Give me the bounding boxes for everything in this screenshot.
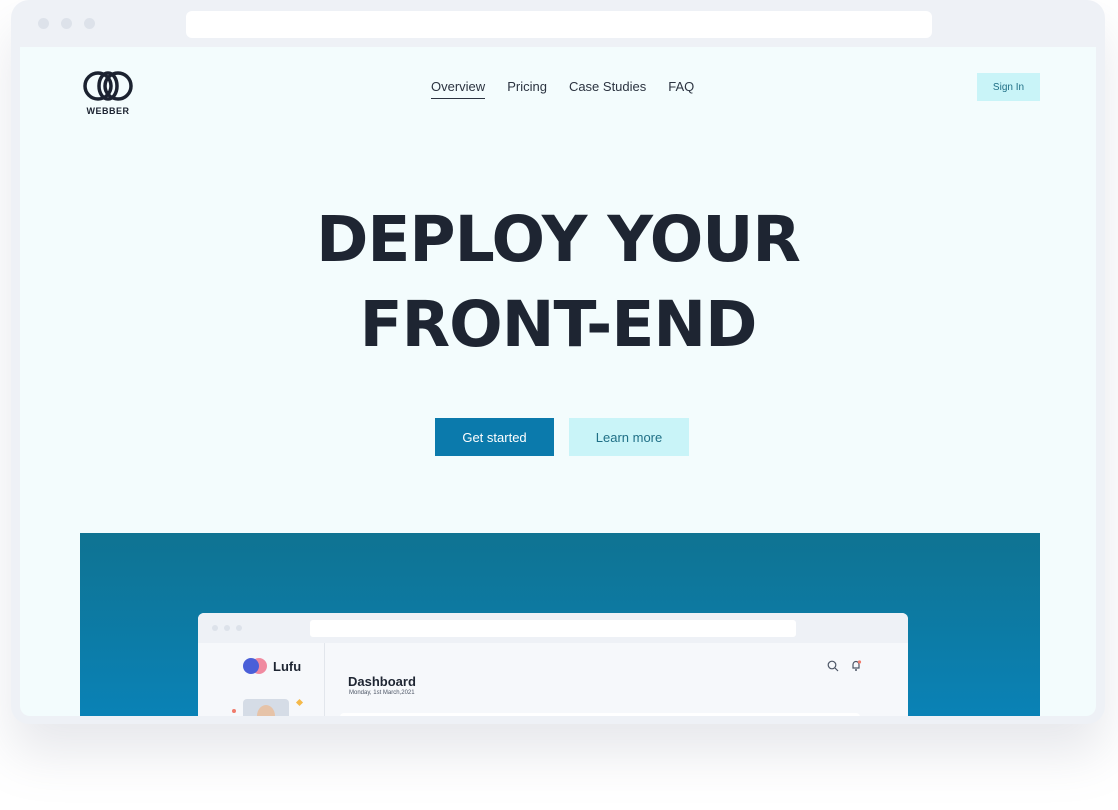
browser-window: WEBBER Overview Pricing Case Studies FAQ…	[11, 0, 1105, 724]
preview-app-name: Lufu	[273, 658, 302, 674]
sign-in-button[interactable]: Sign In	[977, 73, 1040, 101]
landing-page: WEBBER Overview Pricing Case Studies FAQ…	[20, 47, 1096, 716]
dashboard-preview: Lufu Dashboard Monday, 1st March,2021	[198, 613, 908, 716]
hero-title-line1: DEPLOY YOUR	[316, 203, 801, 276]
preview-address-bar	[310, 620, 796, 637]
sparkle-icon	[232, 709, 236, 713]
preview-page-title: Dashboard	[348, 674, 416, 689]
nav-case-studies[interactable]: Case Studies	[569, 79, 646, 99]
close-dot[interactable]	[38, 18, 49, 29]
nav-faq[interactable]: FAQ	[668, 79, 694, 99]
window-controls	[38, 18, 95, 29]
preview-date: Monday, 1st March,2021	[349, 690, 415, 696]
preview-brand: Lufu	[242, 657, 301, 675]
brand-logo[interactable]: WEBBER	[80, 69, 136, 116]
get-started-button[interactable]: Get started	[435, 418, 554, 456]
main-nav: Overview Pricing Case Studies FAQ	[431, 79, 694, 99]
nav-overview[interactable]: Overview	[431, 79, 486, 99]
sparkle-icon	[295, 698, 304, 707]
preview-dot	[224, 625, 230, 631]
preview-dot	[212, 625, 218, 631]
avatar-face	[257, 705, 275, 716]
browser-titlebar	[11, 0, 1105, 47]
preview-dot	[236, 625, 242, 631]
product-showcase: Lufu Dashboard Monday, 1st March,2021	[80, 533, 1040, 716]
learn-more-button[interactable]: Learn more	[569, 418, 689, 456]
preview-card	[340, 713, 860, 716]
avatar	[243, 699, 289, 716]
address-bar[interactable]	[186, 11, 932, 38]
bell-icon	[852, 660, 862, 671]
preview-titlebar	[198, 613, 908, 643]
preview-sidebar: Lufu	[198, 643, 325, 716]
lufu-logo-icon	[243, 658, 267, 674]
search-icon	[827, 660, 839, 672]
nav-pricing[interactable]: Pricing	[507, 79, 547, 99]
logo-icon	[83, 71, 133, 101]
minimize-dot[interactable]	[61, 18, 72, 29]
hero-title: DEPLOY YOUR FRONT-END	[20, 197, 1096, 367]
preview-window-controls	[212, 625, 242, 631]
maximize-dot[interactable]	[84, 18, 95, 29]
brand-name: WEBBER	[86, 106, 130, 116]
hero-title-line2: FRONT-END	[359, 288, 758, 361]
